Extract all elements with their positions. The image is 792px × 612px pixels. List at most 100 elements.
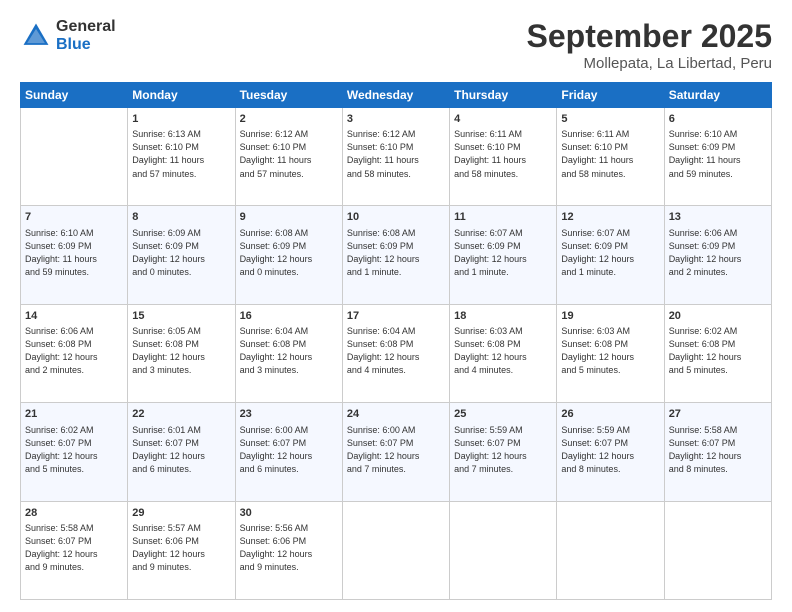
table-row: 11Sunrise: 6:07 AM Sunset: 6:09 PM Dayli… bbox=[450, 206, 557, 304]
table-row: 15Sunrise: 6:05 AM Sunset: 6:08 PM Dayli… bbox=[128, 304, 235, 402]
day-number: 15 bbox=[132, 309, 230, 324]
cell-content: Sunrise: 6:04 AM Sunset: 6:08 PM Dayligh… bbox=[347, 325, 445, 377]
cell-content: Sunrise: 6:12 AM Sunset: 6:10 PM Dayligh… bbox=[347, 128, 445, 180]
logo-icon bbox=[20, 20, 52, 52]
cell-content: Sunrise: 5:59 AM Sunset: 6:07 PM Dayligh… bbox=[454, 424, 552, 476]
table-row: 4Sunrise: 6:11 AM Sunset: 6:10 PM Daylig… bbox=[450, 108, 557, 206]
table-row: 28Sunrise: 5:58 AM Sunset: 6:07 PM Dayli… bbox=[21, 501, 128, 599]
day-number: 1 bbox=[132, 112, 230, 127]
table-row: 19Sunrise: 6:03 AM Sunset: 6:08 PM Dayli… bbox=[557, 304, 664, 402]
table-row: 27Sunrise: 5:58 AM Sunset: 6:07 PM Dayli… bbox=[664, 403, 771, 501]
table-row: 21 Sunrise: 6:02 AM Sunset: 6:07 PM Dayli… bbox=[21, 403, 128, 501]
table-row: 20Sunrise: 6:02 AM Sunset: 6:08 PM Dayli… bbox=[664, 304, 771, 402]
cell-content: Sunrise: 6:02 AM Sunset: 6:08 PM Dayligh… bbox=[669, 325, 767, 377]
logo: General Blue bbox=[20, 18, 116, 53]
table-row: 26 Sunrise: 5:59 AM Sunset: 6:07 PM Dayli… bbox=[557, 403, 664, 501]
table-row bbox=[664, 501, 771, 599]
table-row: 5Sunrise: 6:11 AM Sunset: 6:10 PM Daylig… bbox=[557, 108, 664, 206]
table-row: 12 Sunrise: 6:07 AM Sunset: 6:09 PM Dayli… bbox=[557, 206, 664, 304]
cell-content: Sunrise: 6:11 AM Sunset: 6:10 PM Dayligh… bbox=[454, 128, 552, 180]
day-number: 8 bbox=[132, 210, 230, 225]
day-number: 9 bbox=[240, 210, 338, 225]
col-saturday: Saturday bbox=[664, 83, 771, 108]
day-number: 13 bbox=[669, 210, 767, 225]
logo-blue: Blue bbox=[56, 36, 116, 54]
day-number: 29 bbox=[132, 506, 230, 521]
col-monday: Monday bbox=[128, 83, 235, 108]
location-title: Mollepata, La Libertad, Peru bbox=[527, 55, 772, 72]
table-row: 6Sunrise: 6:10 AM Sunset: 6:09 PM Daylig… bbox=[664, 108, 771, 206]
table-row: 2Sunrise: 6:12 AM Sunset: 6:10 PM Daylig… bbox=[235, 108, 342, 206]
cell-content: Sunrise: 6:07 AM Sunset: 6:09 PM Dayligh… bbox=[561, 227, 659, 279]
day-number: 18 bbox=[454, 309, 552, 324]
table-row: 17Sunrise: 6:04 AM Sunset: 6:08 PM Dayli… bbox=[342, 304, 449, 402]
cell-content: Sunrise: 6:13 AM Sunset: 6:10 PM Dayligh… bbox=[132, 128, 230, 180]
cell-content: Sunrise: 6:03 AM Sunset: 6:08 PM Dayligh… bbox=[561, 325, 659, 377]
day-number: 27 bbox=[669, 407, 767, 422]
logo-general: General bbox=[56, 18, 116, 36]
table-row bbox=[450, 501, 557, 599]
cell-content: Sunrise: 6:06 AM Sunset: 6:08 PM Dayligh… bbox=[25, 325, 123, 377]
cell-content: Sunrise: 6:01 AM Sunset: 6:07 PM Dayligh… bbox=[132, 424, 230, 476]
col-friday: Friday bbox=[557, 83, 664, 108]
day-number: 17 bbox=[347, 309, 445, 324]
day-number: 2 bbox=[240, 112, 338, 127]
table-row: 7 Sunrise: 6:10 AM Sunset: 6:09 PM Daylig… bbox=[21, 206, 128, 304]
col-sunday: Sunday bbox=[21, 83, 128, 108]
day-number: 26 bbox=[561, 407, 659, 422]
table-row: 23 Sunrise: 6:00 AM Sunset: 6:07 PM Dayli… bbox=[235, 403, 342, 501]
title-block: September 2025 Mollepata, La Libertad, P… bbox=[527, 18, 772, 72]
calendar-table: Sunday Monday Tuesday Wednesday Thursday… bbox=[20, 82, 772, 600]
day-number: 19 bbox=[561, 309, 659, 324]
day-number: 11 bbox=[454, 210, 552, 225]
day-number: 24 bbox=[347, 407, 445, 422]
col-thursday: Thursday bbox=[450, 83, 557, 108]
cell-content: Sunrise: 6:11 AM Sunset: 6:10 PM Dayligh… bbox=[561, 128, 659, 180]
table-row: 3Sunrise: 6:12 AM Sunset: 6:10 PM Daylig… bbox=[342, 108, 449, 206]
cell-content: Sunrise: 5:56 AM Sunset: 6:06 PM Dayligh… bbox=[240, 522, 338, 574]
cell-content: Sunrise: 6:00 AM Sunset: 6:07 PM Dayligh… bbox=[347, 424, 445, 476]
page-header: General Blue September 2025 Mollepata, L… bbox=[20, 18, 772, 72]
day-number: 12 bbox=[561, 210, 659, 225]
cell-content: Sunrise: 6:06 AM Sunset: 6:09 PM Dayligh… bbox=[669, 227, 767, 279]
cell-content: Sunrise: 5:57 AM Sunset: 6:06 PM Dayligh… bbox=[132, 522, 230, 574]
cell-content: Sunrise: 6:05 AM Sunset: 6:08 PM Dayligh… bbox=[132, 325, 230, 377]
day-number: 16 bbox=[240, 309, 338, 324]
table-row: 22 Sunrise: 6:01 AM Sunset: 6:07 PM Dayli… bbox=[128, 403, 235, 501]
col-tuesday: Tuesday bbox=[235, 83, 342, 108]
day-number: 22 bbox=[132, 407, 230, 422]
table-row: 9Sunrise: 6:08 AM Sunset: 6:09 PM Daylig… bbox=[235, 206, 342, 304]
table-row: 25Sunrise: 5:59 AM Sunset: 6:07 PM Dayli… bbox=[450, 403, 557, 501]
table-row: 30Sunrise: 5:56 AM Sunset: 6:06 PM Dayli… bbox=[235, 501, 342, 599]
day-number: 28 bbox=[25, 506, 123, 521]
table-row: 24 Sunrise: 6:00 AM Sunset: 6:07 PM Dayli… bbox=[342, 403, 449, 501]
cell-content: Sunrise: 6:04 AM Sunset: 6:08 PM Dayligh… bbox=[240, 325, 338, 377]
cell-content: Sunrise: 6:12 AM Sunset: 6:10 PM Dayligh… bbox=[240, 128, 338, 180]
calendar-week-1: 1Sunrise: 6:13 AM Sunset: 6:10 PM Daylig… bbox=[21, 108, 772, 206]
day-number: 4 bbox=[454, 112, 552, 127]
cell-content: Sunrise: 6:10 AM Sunset: 6:09 PM Dayligh… bbox=[25, 227, 123, 279]
table-row: 13 Sunrise: 6:06 AM Sunset: 6:09 PM Dayli… bbox=[664, 206, 771, 304]
calendar-week-2: 7 Sunrise: 6:10 AM Sunset: 6:09 PM Daylig… bbox=[21, 206, 772, 304]
month-title: September 2025 bbox=[527, 18, 772, 55]
day-number: 30 bbox=[240, 506, 338, 521]
cell-content: Sunrise: 6:00 AM Sunset: 6:07 PM Dayligh… bbox=[240, 424, 338, 476]
calendar-week-3: 14Sunrise: 6:06 AM Sunset: 6:08 PM Dayli… bbox=[21, 304, 772, 402]
day-number: 23 bbox=[240, 407, 338, 422]
cell-content: Sunrise: 6:03 AM Sunset: 6:08 PM Dayligh… bbox=[454, 325, 552, 377]
day-number: 14 bbox=[25, 309, 123, 324]
cell-content: Sunrise: 6:08 AM Sunset: 6:09 PM Dayligh… bbox=[347, 227, 445, 279]
day-number: 7 bbox=[25, 210, 123, 225]
table-row: 8Sunrise: 6:09 AM Sunset: 6:09 PM Daylig… bbox=[128, 206, 235, 304]
cell-content: Sunrise: 5:58 AM Sunset: 6:07 PM Dayligh… bbox=[25, 522, 123, 574]
cell-content: Sunrise: 6:10 AM Sunset: 6:09 PM Dayligh… bbox=[669, 128, 767, 180]
day-number: 3 bbox=[347, 112, 445, 127]
day-number: 10 bbox=[347, 210, 445, 225]
cell-content: Sunrise: 5:59 AM Sunset: 6:07 PM Dayligh… bbox=[561, 424, 659, 476]
cell-content: Sunrise: 6:02 AM Sunset: 6:07 PM Dayligh… bbox=[25, 424, 123, 476]
table-row: 16Sunrise: 6:04 AM Sunset: 6:08 PM Dayli… bbox=[235, 304, 342, 402]
table-row: 1Sunrise: 6:13 AM Sunset: 6:10 PM Daylig… bbox=[128, 108, 235, 206]
day-number: 21 bbox=[25, 407, 123, 422]
day-number: 5 bbox=[561, 112, 659, 127]
calendar-header-row: Sunday Monday Tuesday Wednesday Thursday… bbox=[21, 83, 772, 108]
